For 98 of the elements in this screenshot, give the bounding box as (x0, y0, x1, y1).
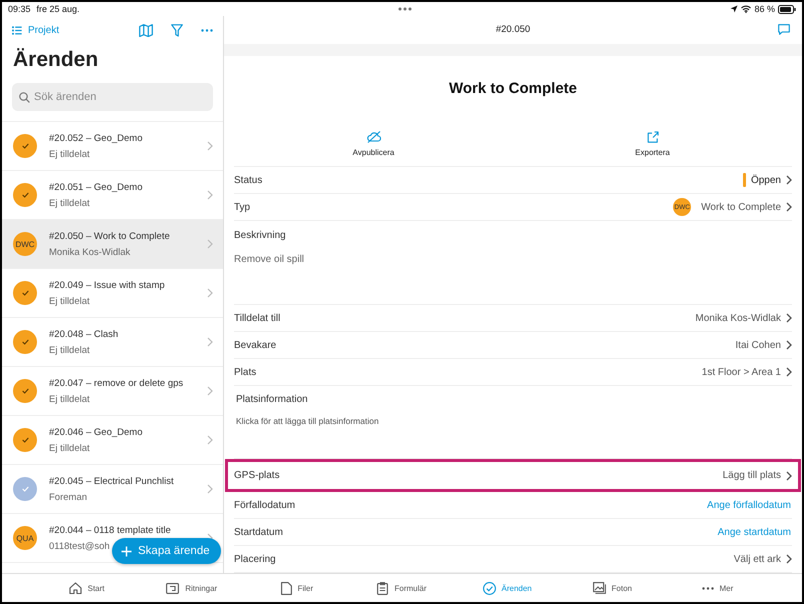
check-icon (22, 339, 28, 345)
chevron-icon (786, 340, 792, 350)
issue-title: #20.045 – Electrical Punchlist (49, 476, 174, 486)
field-value[interactable]: Välj ett ark (734, 554, 781, 564)
chevron-icon (786, 313, 792, 323)
field-label: Status (234, 174, 264, 186)
field-label: Platsinformation (235, 393, 309, 405)
issue-title: #20.044 – 0118 template title (49, 524, 171, 536)
document-icon (280, 582, 292, 594)
cloud-slash-icon (366, 131, 380, 144)
issue-title: #20.046 – Geo_Demo (49, 426, 142, 438)
issue-number: #20.050 (496, 24, 530, 36)
battery-percent: 86 % (754, 4, 775, 14)
chevron-icon (207, 435, 213, 445)
sheet-icon (166, 582, 180, 594)
field-label: Bevakare (234, 340, 278, 350)
filter-icon[interactable] (171, 24, 183, 37)
check-icon (22, 437, 28, 443)
check-icon (22, 192, 28, 198)
field-value[interactable]: Öppen (750, 174, 781, 186)
field-value[interactable]: Lägg till plats (722, 470, 781, 481)
check-circle-icon (482, 582, 496, 594)
comment-icon[interactable] (778, 24, 790, 35)
chevron-icon (207, 288, 213, 298)
tab-item[interactable]: Start (34, 574, 140, 602)
field-label: Beskrivning (234, 229, 287, 241)
chevron-icon (207, 386, 213, 396)
unpublish-button[interactable]: Avpublicera (234, 122, 513, 166)
field-label: Tilldelat till (234, 312, 282, 324)
chevron-icon (786, 470, 792, 480)
issue-title: #20.048 – Clash (49, 328, 118, 340)
map-icon[interactable] (139, 24, 153, 37)
photo-icon (592, 582, 606, 594)
tab-item[interactable]: Ritningar (139, 574, 244, 602)
field-label: Startdatum (234, 526, 284, 538)
issue-title: #20.047 – remove or delete gps (49, 378, 184, 388)
selected-issue-row[interactable]: DWC #20.050 – Work to Complete Monika Kos-Widlak (2, 220, 223, 269)
issue-assignee: Foreman (49, 492, 88, 502)
issue-assignee: Ej tilldelat (49, 442, 90, 454)
issue-assignee: Ej tilldelat (49, 148, 90, 160)
check-icon (22, 143, 28, 149)
field-label: Förfallodatum (234, 500, 296, 510)
more-icon (398, 7, 412, 11)
battery-icon (778, 4, 796, 14)
field-label: Placering (234, 554, 277, 564)
chevron-icon (786, 202, 792, 212)
search-icon (19, 92, 30, 103)
clipboard-icon (377, 582, 388, 594)
clock-time: 09:35 (8, 4, 31, 14)
issue-title: #20.052 – Geo_Demo (49, 132, 142, 144)
chevron-icon (207, 239, 213, 249)
issue-avatar: QUA (13, 526, 37, 550)
page-title: Ärenden (12, 47, 100, 73)
check-icon (22, 290, 28, 296)
chevron-icon (207, 190, 213, 200)
house-icon (68, 582, 82, 594)
export-button[interactable]: Exportera (513, 122, 792, 166)
chevron-icon (786, 175, 792, 185)
chevron-icon (786, 367, 792, 377)
more-icon (702, 586, 714, 590)
field-label: Plats (234, 366, 258, 378)
issue-assignee: Ej tilldelat (49, 394, 90, 404)
issue-assignee: Ej tilldelat (49, 198, 90, 208)
chevron-icon (207, 484, 213, 494)
location-arrow-icon (730, 5, 738, 13)
field-label: Typ (234, 202, 252, 212)
chevron-icon (207, 337, 213, 347)
tab-item[interactable]: Filer (244, 574, 350, 602)
issue-title: #20.051 – Geo_Demo (49, 182, 142, 192)
issue-assignee: Ej tilldelat (49, 296, 90, 306)
issue-heading: Work to Complete (448, 79, 578, 100)
share-icon (646, 131, 658, 144)
plus-icon (121, 546, 132, 556)
field-value[interactable]: Itai Cohen (735, 340, 781, 350)
list-icon (12, 26, 22, 35)
date-label: fre 25 aug. (36, 4, 80, 14)
field-label: GPS-plats (234, 470, 281, 481)
field-value[interactable]: Monika Kos-Widlak (695, 312, 781, 324)
field-value[interactable]: 1st Floor > Area 1 (702, 366, 781, 378)
issue-assignee: Monika Kos-Widlak (49, 246, 130, 258)
issue-avatar: DWC (13, 232, 37, 256)
check-icon (22, 388, 28, 394)
tab-item[interactable]: Mer (664, 574, 770, 602)
tab-item[interactable]: Foton (560, 574, 665, 602)
chevron-icon (207, 141, 213, 151)
wifi-icon (741, 5, 752, 13)
field-value[interactable]: Work to Complete (701, 202, 781, 212)
search-field[interactable]: Sök ärenden (12, 83, 213, 111)
issue-title: #20.050 – Work to Complete (49, 230, 170, 242)
field-hint[interactable]: Klicka för att lägga till platsinformation (234, 405, 792, 458)
more-icon[interactable] (201, 29, 213, 32)
issue-assignee: Ej tilldelat (49, 344, 90, 356)
chevron-icon (786, 554, 792, 564)
field-value[interactable]: Remove oil spill (234, 241, 792, 304)
issue-assignee: 0118test@soh (49, 540, 110, 552)
check-icon (22, 486, 28, 492)
issue-title: #20.049 – Issue with stamp (49, 280, 165, 290)
tab-item[interactable]: Formulär (349, 574, 455, 602)
